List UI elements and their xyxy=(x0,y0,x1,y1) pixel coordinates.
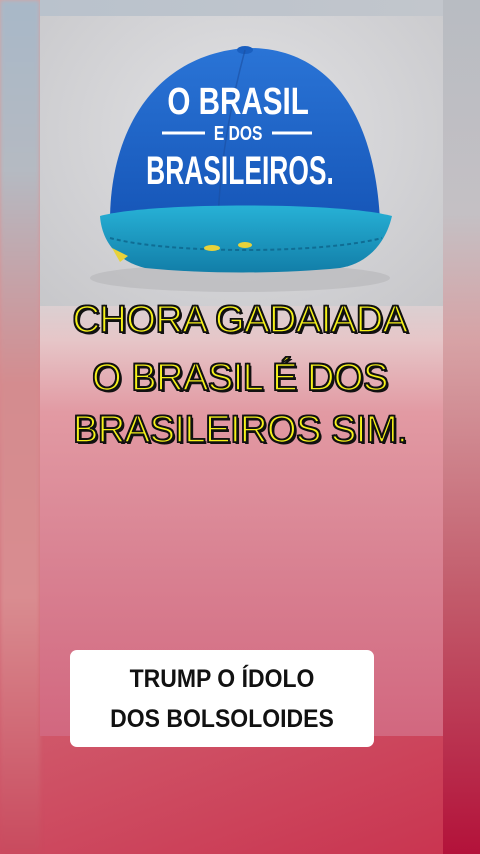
caption-line-1: TRUMP O ÍDOLO xyxy=(129,665,315,693)
cap-image: O BRASIL E DOS BRASILEIROS. xyxy=(90,46,392,292)
cap-photo: O BRASIL E DOS BRASILEIROS. xyxy=(40,16,443,306)
overlay-line-3: BRASILEIROS SIM. xyxy=(72,408,408,452)
cap-text-line2: E DOS xyxy=(214,122,263,144)
overlay-line-1: CHORA GADAIADA xyxy=(72,298,409,342)
cap-text-line3: BRASILEIROS. xyxy=(146,149,334,194)
overlay-line-2: O BRASIL É DOS xyxy=(91,356,389,400)
cap-text-line1: O BRASIL xyxy=(167,81,309,123)
caption-line-2: DOS BOLSOLOIDES xyxy=(110,705,334,733)
background-blur-top xyxy=(40,0,443,16)
caption-box: TRUMP O ÍDOLO DOS BOLSOLOIDES xyxy=(70,650,374,747)
